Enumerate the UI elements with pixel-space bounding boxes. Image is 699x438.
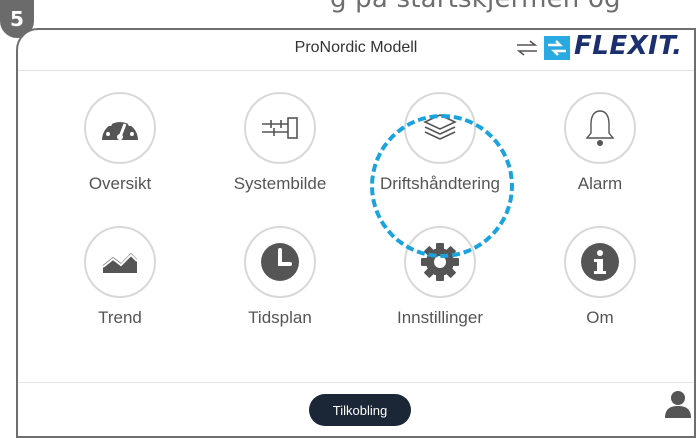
- flexit-logo-icon: [544, 36, 570, 60]
- tile-innstillinger[interactable]: Innstillinger: [360, 226, 520, 328]
- tile-trend-button[interactable]: [84, 226, 156, 298]
- bell-icon: [585, 110, 615, 146]
- flexit-logo-text: FLEXIT.: [574, 31, 683, 61]
- tile-label: Driftshåndtering: [379, 174, 500, 193]
- tile-label: Systembilde: [233, 174, 327, 193]
- tile-tidsplan-button[interactable]: [244, 226, 316, 298]
- connect-button[interactable]: Tilkobling: [309, 394, 411, 426]
- tile-alarm-button[interactable]: [564, 92, 636, 164]
- info-icon: [581, 243, 619, 281]
- tile-label: Alarm: [577, 174, 623, 193]
- tile-systembilde[interactable]: Systembilde: [200, 92, 360, 194]
- cropped-instruction-text: g på startskjermen og: [330, 0, 621, 14]
- tile-om[interactable]: Om: [520, 226, 680, 328]
- tile-systembilde-button[interactable]: [244, 92, 316, 164]
- clock-icon: [261, 243, 299, 281]
- tile-label: Om: [586, 308, 614, 327]
- tile-trend[interactable]: Trend: [40, 226, 200, 328]
- gauge-icon: [102, 117, 138, 140]
- system-diagram-icon: [262, 117, 298, 139]
- layers-icon: [423, 114, 457, 140]
- tile-label: Trend: [98, 308, 142, 327]
- tile-alarm[interactable]: Alarm: [520, 92, 680, 194]
- tile-tidsplan[interactable]: Tidsplan: [200, 226, 360, 328]
- tile-label: Innstillinger: [397, 308, 483, 327]
- device-screen: ProNordic Modell FLEXIT. Oversikt System…: [16, 28, 696, 438]
- tile-label: Oversikt: [88, 174, 152, 193]
- footer-divider: [18, 382, 694, 383]
- tile-oversikt-button[interactable]: [84, 92, 156, 164]
- gear-icon: [421, 243, 459, 281]
- tile-driftshandtering-button[interactable]: [404, 92, 476, 164]
- tile-innstillinger-button[interactable]: [404, 226, 476, 298]
- sync-arrows-icon[interactable]: [516, 40, 538, 56]
- user-icon[interactable]: [664, 390, 692, 418]
- trend-chart-icon: [102, 253, 138, 273]
- tile-om-button[interactable]: [564, 226, 636, 298]
- tile-label: Tidsplan: [248, 308, 312, 327]
- tile-oversikt[interactable]: Oversikt: [40, 92, 200, 194]
- tile-driftshandtering[interactable]: Driftshåndtering: [360, 92, 520, 194]
- header-bar: ProNordic Modell FLEXIT.: [18, 30, 694, 71]
